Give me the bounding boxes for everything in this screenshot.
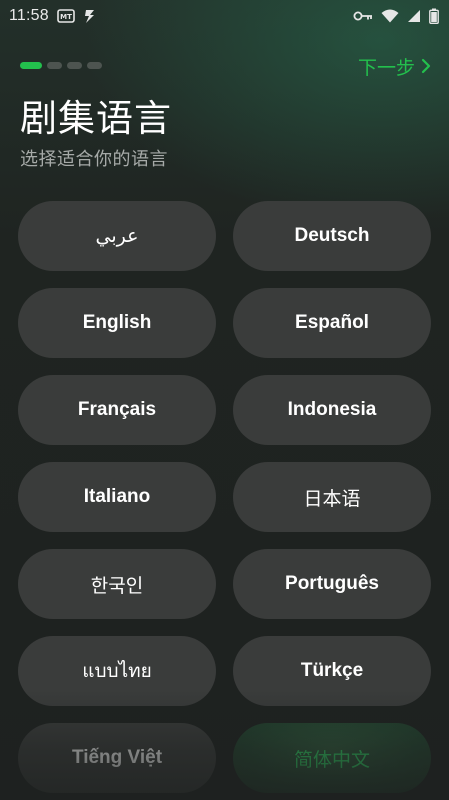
language-option-spanish[interactable]: Español bbox=[233, 288, 431, 358]
notification-box-icon: MT bbox=[57, 9, 75, 23]
language-label: Français bbox=[77, 399, 157, 420]
language-grid: عربي Deutsch English Español Français In… bbox=[18, 201, 431, 793]
chevron-right-icon bbox=[421, 58, 431, 74]
language-option-vietnamese[interactable]: Tiếng Việt bbox=[18, 723, 216, 793]
page-subtitle: 选择适合你的语言 bbox=[20, 149, 168, 170]
language-label: 日本语 bbox=[303, 487, 361, 510]
language-label: Tiếng Việt bbox=[71, 747, 163, 768]
status-time: 11:58 bbox=[9, 7, 49, 24]
language-option-german[interactable]: Deutsch bbox=[233, 201, 431, 271]
svg-text:MT: MT bbox=[60, 13, 72, 21]
status-bar: 11:58 MT bbox=[0, 0, 449, 32]
language-option-portuguese[interactable]: Português bbox=[233, 549, 431, 619]
page-title: 剧集语言 bbox=[20, 97, 172, 140]
progress-step-1 bbox=[20, 62, 42, 69]
language-label: 한국인 bbox=[90, 574, 144, 597]
language-label: Türkçe bbox=[300, 660, 364, 681]
language-option-arabic[interactable]: عربي bbox=[18, 201, 216, 271]
language-label: แบบไทย bbox=[82, 660, 152, 682]
language-label: 简体中文 bbox=[293, 748, 370, 771]
language-label: Deutsch bbox=[294, 225, 370, 246]
signal-icon bbox=[407, 9, 421, 23]
language-option-thai[interactable]: แบบไทย bbox=[18, 636, 216, 706]
onboarding-progress bbox=[20, 62, 102, 69]
language-label: Italiano bbox=[83, 486, 151, 507]
language-option-english[interactable]: English bbox=[18, 288, 216, 358]
progress-step-3 bbox=[67, 62, 82, 69]
language-label: English bbox=[82, 312, 152, 333]
next-step-button[interactable]: 下一步 bbox=[358, 52, 431, 80]
progress-step-4 bbox=[87, 62, 102, 69]
language-option-italian[interactable]: Italiano bbox=[18, 462, 216, 532]
wifi-icon bbox=[381, 9, 399, 23]
progress-step-2 bbox=[47, 62, 62, 69]
language-selection-screen: 11:58 MT 下一步 剧集语言 选择适合你的语言 عربي Deutsch … bbox=[0, 0, 449, 800]
language-option-indonesian[interactable]: Indonesia bbox=[233, 375, 431, 445]
language-option-korean[interactable]: 한국인 bbox=[18, 549, 216, 619]
language-label: Español bbox=[295, 312, 369, 333]
language-option-japanese[interactable]: 日本语 bbox=[233, 462, 431, 532]
language-option-simplified-chinese[interactable]: 简体中文 bbox=[233, 723, 431, 793]
status-right bbox=[353, 8, 439, 24]
language-option-french[interactable]: Français bbox=[18, 375, 216, 445]
status-left: 11:58 MT bbox=[9, 7, 97, 25]
language-label: Português bbox=[285, 573, 379, 594]
next-step-label: 下一步 bbox=[357, 56, 415, 79]
flash-icon bbox=[83, 8, 97, 24]
language-option-turkish[interactable]: Türkçe bbox=[233, 636, 431, 706]
key-icon bbox=[353, 10, 373, 22]
language-label: Indonesia bbox=[287, 399, 377, 420]
language-label: عربي bbox=[95, 225, 139, 247]
battery-icon bbox=[429, 8, 439, 24]
